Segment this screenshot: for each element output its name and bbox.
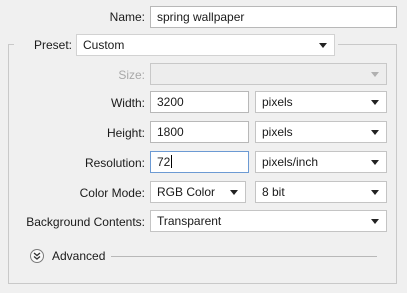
- advanced-divider: [111, 256, 377, 257]
- chevron-down-icon: [371, 130, 379, 135]
- bit-depth-value: 8 bit: [262, 185, 285, 199]
- chevron-down-icon: [230, 190, 238, 195]
- chevron-down-icon: [319, 43, 327, 48]
- height-unit-select[interactable]: pixels: [255, 121, 387, 143]
- resolution-label: Resolution:: [84, 156, 145, 170]
- height-label: Height:: [106, 126, 145, 140]
- name-input-value: spring wallpaper: [157, 10, 245, 24]
- width-unit-value: pixels: [262, 95, 293, 109]
- width-input[interactable]: 3200: [150, 91, 249, 113]
- name-label: Name:: [109, 10, 145, 24]
- text-cursor: [171, 155, 173, 168]
- resolution-unit-select[interactable]: pixels/inch: [255, 151, 387, 173]
- size-select[interactable]: [150, 63, 387, 85]
- background-contents-value: Transparent: [157, 214, 222, 228]
- color-mode-label: Color Mode:: [79, 186, 145, 200]
- preset-label: Preset:: [33, 38, 72, 52]
- preset-select[interactable]: Custom: [76, 34, 335, 56]
- name-input[interactable]: spring wallpaper: [150, 6, 397, 28]
- chevron-down-icon: [371, 100, 379, 105]
- chevron-down-icon: [371, 190, 379, 195]
- resolution-input-value: 72: [157, 155, 171, 169]
- width-input-value: 3200: [157, 95, 184, 109]
- advanced-toggle-label[interactable]: Advanced: [52, 249, 105, 263]
- double-chevron-down-icon: [33, 252, 41, 260]
- size-label: Size:: [118, 68, 145, 82]
- width-label: Width:: [110, 96, 145, 110]
- width-unit-select[interactable]: pixels: [255, 91, 387, 113]
- resolution-input[interactable]: 72: [150, 151, 249, 173]
- height-input-value: 1800: [157, 125, 184, 139]
- background-contents-label: Background Contents:: [26, 215, 145, 229]
- background-contents-select[interactable]: Transparent: [150, 210, 387, 232]
- chevron-down-icon: [371, 72, 379, 77]
- preset-select-value: Custom: [83, 38, 125, 52]
- chevron-down-icon: [371, 219, 379, 224]
- color-mode-value: RGB Color: [157, 185, 216, 199]
- bit-depth-select[interactable]: 8 bit: [255, 181, 387, 203]
- color-mode-select[interactable]: RGB Color: [150, 181, 246, 203]
- chevron-down-icon: [371, 160, 379, 165]
- expand-advanced-icon[interactable]: [30, 249, 44, 263]
- height-input[interactable]: 1800: [150, 121, 249, 143]
- resolution-unit-value: pixels/inch: [262, 155, 319, 169]
- height-unit-value: pixels: [262, 125, 293, 139]
